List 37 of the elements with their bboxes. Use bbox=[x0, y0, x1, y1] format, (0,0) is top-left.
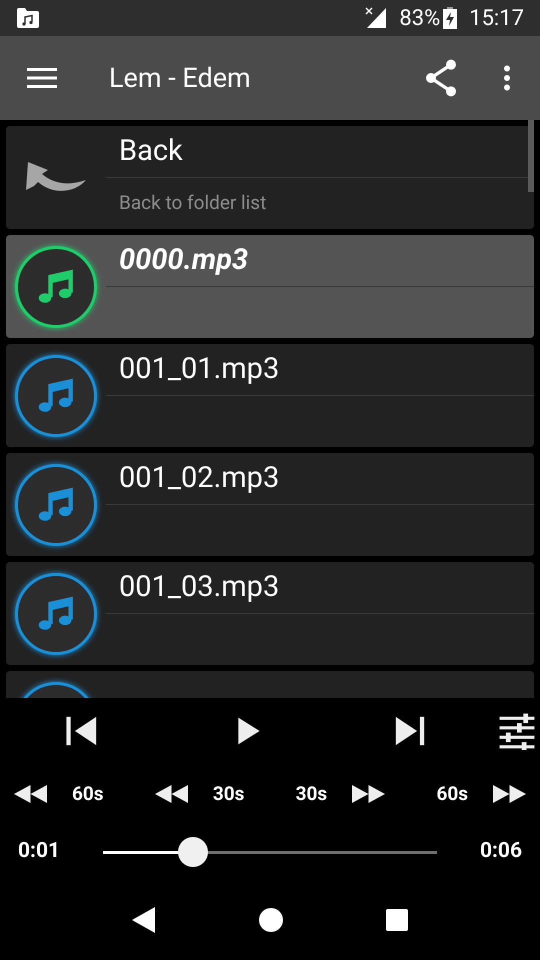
battery-percent: 83% bbox=[399, 4, 440, 32]
recents-nav-icon[interactable] bbox=[385, 908, 410, 932]
fast-forward-icon[interactable] bbox=[490, 782, 526, 806]
music-folder-icon bbox=[16, 7, 40, 29]
seek-label: 60s bbox=[72, 780, 104, 807]
list-item[interactable]: 0000.mp3 bbox=[6, 235, 534, 338]
signal-icon bbox=[365, 7, 388, 29]
item-title: 001_03.mp3 bbox=[119, 568, 280, 606]
list-item[interactable]: 001_01.mp3 bbox=[6, 344, 534, 447]
menu-icon[interactable] bbox=[27, 67, 57, 89]
list-item[interactable]: Back Back to folder list bbox=[6, 126, 534, 229]
back-nav-icon[interactable] bbox=[130, 906, 157, 934]
total-time: 0:06 bbox=[478, 838, 522, 866]
seek-label: 30s bbox=[296, 780, 328, 807]
elapsed-time: 0:01 bbox=[18, 838, 62, 866]
rewind-icon[interactable] bbox=[154, 782, 191, 806]
equalizer-icon[interactable] bbox=[498, 712, 536, 750]
scrollbar bbox=[528, 120, 534, 192]
slider-thumb[interactable] bbox=[178, 836, 208, 866]
item-title: 001_01.mp3 bbox=[119, 350, 280, 388]
battery-charging-icon bbox=[443, 7, 458, 29]
seek-label: 60s bbox=[436, 780, 468, 807]
skip-previous-icon[interactable] bbox=[65, 714, 99, 748]
home-nav-icon[interactable] bbox=[258, 907, 284, 933]
list-item[interactable]: 001_03.mp3 bbox=[6, 562, 534, 665]
item-subtitle: Back to folder list bbox=[119, 190, 266, 216]
clock: 15:17 bbox=[469, 4, 524, 32]
fast-forward-icon[interactable] bbox=[349, 782, 386, 806]
list-item[interactable]: 001_02.mp3 bbox=[6, 453, 534, 556]
skip-next-icon[interactable] bbox=[393, 714, 427, 748]
item-title: Back bbox=[119, 132, 183, 170]
more-icon[interactable] bbox=[503, 65, 511, 91]
item-title: 0000.mp3 bbox=[119, 242, 248, 279]
item-title: 001_02.mp3 bbox=[119, 460, 280, 497]
seek-label: 30s bbox=[212, 780, 244, 807]
toolbar-title: Lem - Edem bbox=[109, 60, 251, 96]
rewind-icon[interactable] bbox=[14, 782, 50, 806]
